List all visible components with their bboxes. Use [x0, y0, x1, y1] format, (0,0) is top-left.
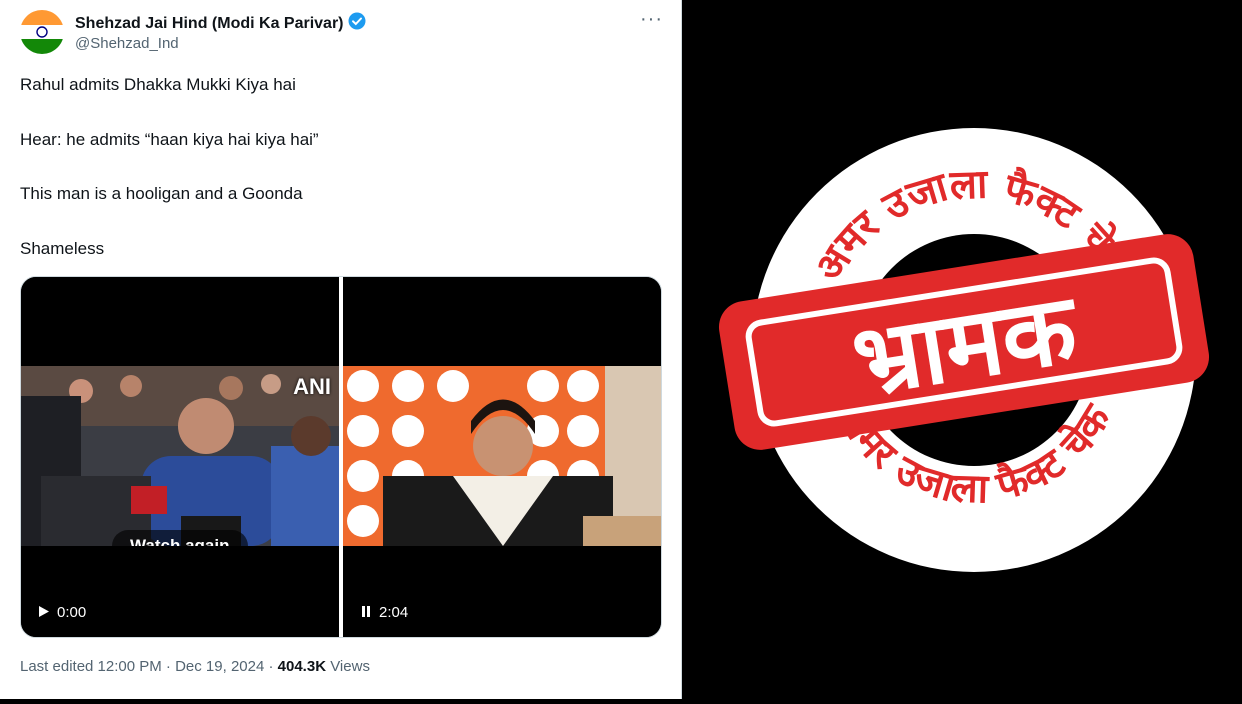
- tweet-text-line: This man is a hooligan and a Goonda: [20, 184, 303, 203]
- avatar[interactable]: [20, 10, 64, 54]
- video-left[interactable]: ANI Watch again 0:00: [21, 277, 339, 637]
- more-icon[interactable]: ···: [640, 8, 663, 31]
- video-right-controls: 2:04: [361, 604, 408, 621]
- tweet-text-line: Hear: he admits “haan kiya hai kiya hai”: [20, 130, 319, 149]
- media-grid: ANI Watch again 0:00 2:04: [20, 276, 662, 638]
- tweet-card: Shehzad Jai Hind (Modi Ka Parivar) @Sheh…: [0, 0, 681, 699]
- handle[interactable]: @Shehzad_Ind: [75, 35, 179, 52]
- tweet-text-line: Rahul admits Dhakka Mukki Kiya hai: [20, 75, 296, 94]
- video-right-time: 2:04: [379, 604, 409, 621]
- edited-timestamp[interactable]: Last edited 12:00 PM · Dec 19, 2024 ·: [20, 658, 278, 675]
- author-row: Shehzad Jai Hind (Modi Ka Parivar): [75, 12, 366, 35]
- views-count: 404.3K: [277, 658, 327, 675]
- display-name[interactable]: Shehzad Jai Hind (Modi Ka Parivar): [75, 15, 344, 33]
- pause-icon[interactable]: [361, 604, 371, 621]
- video-left-time: 0:00: [57, 604, 87, 621]
- video-left-thumbnail: ANI Watch again: [21, 366, 339, 546]
- tweet-meta: Last edited 12:00 PM · Dec 19, 2024 · 40…: [20, 658, 370, 675]
- tweet-text-line: Shameless: [20, 239, 105, 258]
- video-right[interactable]: 2:04: [343, 277, 661, 637]
- verified-badge-icon: [348, 12, 366, 35]
- fact-check-stamp: अमर उजाला फैक्ट चेक अमर उजाला फैक्ट चेक …: [682, 0, 1242, 699]
- play-icon[interactable]: [39, 604, 49, 621]
- avatar-flag: [20, 10, 64, 54]
- watch-again-button[interactable]: Watch again: [112, 530, 248, 546]
- video-left-controls: 0:00: [39, 604, 86, 621]
- ani-watermark: ANI: [293, 374, 331, 399]
- views-label: Views: [326, 658, 370, 675]
- video-right-thumbnail: [343, 366, 661, 546]
